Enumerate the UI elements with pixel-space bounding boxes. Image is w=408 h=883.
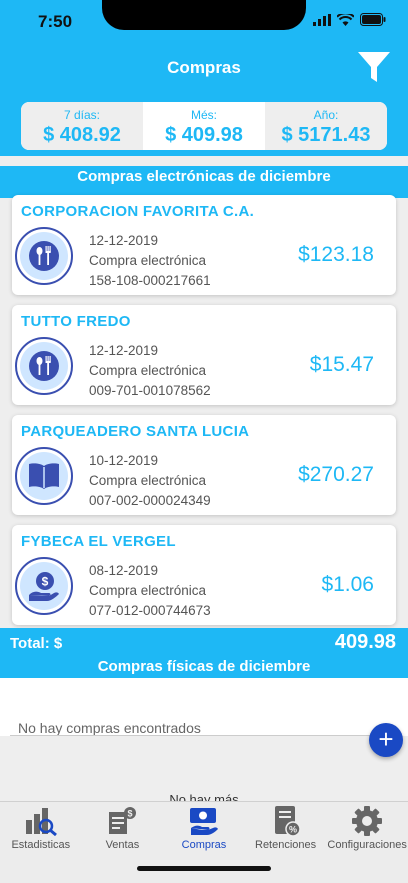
summary-month: Més: $ 409.98 (143, 102, 265, 150)
summary-box: 7 días: $ 408.92 Més: $ 409.98 Año: $ 51… (21, 102, 387, 150)
retentions-icon: % (274, 806, 301, 837)
purchase-details: 10-12-2019 Compra electrónica 007-002-00… (89, 451, 211, 511)
purchase-type: Compra electrónica (89, 363, 207, 378)
filter-button[interactable] (356, 49, 392, 85)
purchase-card[interactable]: CORPORACION FAVORITA C.A. 12-12-2019 Com… (12, 195, 396, 295)
add-purchase-button[interactable]: + (369, 723, 403, 757)
status-time: 7:50 (38, 12, 73, 31)
purchase-amount: $15.47 (309, 353, 374, 376)
purchase-number: 158-108-000217661 (89, 273, 211, 288)
tab-label: Ventas (105, 839, 140, 851)
battery-icon (360, 13, 386, 26)
sales-icon: $ (109, 807, 137, 834)
status-bar: 7:50 (0, 0, 408, 44)
restaurant-icon (29, 241, 59, 271)
summary-label: Més: (190, 108, 217, 122)
tab-estadisticas[interactable]: Estadisticas (0, 802, 82, 883)
total-value: 409.98 (334, 631, 396, 653)
money-hand-icon: $ (29, 572, 59, 601)
stats-icon (25, 808, 57, 836)
purchase-details: 08-12-2019 Compra electrónica 077-012-00… (89, 561, 211, 621)
purchase-card[interactable]: FYBECA EL VERGEL $ 08-12-2019 Compra ele… (12, 525, 396, 625)
svg-text:%: % (289, 825, 297, 835)
purchase-date: 12-12-2019 (89, 233, 159, 248)
purchase-number: 007-002-000024349 (89, 493, 211, 508)
purchase-details: 12-12-2019 Compra electrónica 158-108-00… (89, 231, 211, 291)
tab-label: Retenciones (255, 839, 317, 851)
merchant-name: PARQUEADERO SANTA LUCIA (21, 423, 250, 440)
merchant-icon: $ (15, 557, 73, 615)
total-label: Total: $ (10, 635, 63, 652)
tab-label: Estadisticas (11, 839, 71, 851)
tab-label: Compras (181, 839, 227, 851)
total-bar: Total: $ 409.98 Compras físicas de dicie… (0, 628, 408, 678)
purchase-number: 077-012-000744673 (89, 603, 211, 618)
page-title: Compras (167, 58, 241, 77)
purchase-amount: $123.18 (298, 243, 374, 266)
purchase-type: Compra electrónica (89, 253, 207, 268)
purchase-details: 12-12-2019 Compra electrónica 009-701-00… (89, 341, 211, 401)
tab-configuraciones[interactable]: Configuraciones (326, 802, 408, 883)
book-icon (29, 463, 59, 489)
summary-value: $ 5171.43 (281, 124, 371, 146)
home-indicator (137, 866, 271, 871)
merchant-icon (15, 447, 73, 505)
summary-value: $ 409.98 (165, 124, 243, 146)
summary-value: $ 408.92 (43, 124, 121, 146)
empty-message: No hay compras encontrados (18, 720, 201, 736)
divider (10, 735, 390, 736)
merchant-name: FYBECA EL VERGEL (21, 533, 176, 550)
wifi-icon (337, 13, 354, 26)
merchant-name: CORPORACION FAVORITA C.A. (21, 203, 255, 220)
svg-text:$: $ (128, 809, 133, 819)
purchase-type: Compra electrónica (89, 473, 207, 488)
purchase-amount: $1.06 (321, 573, 374, 596)
merchant-icon (15, 337, 73, 395)
summary-strip: 7 días: $ 408.92 Més: $ 409.98 Año: $ 51… (0, 94, 408, 156)
section-title-physical: Compras físicas de diciembre (97, 658, 311, 675)
svg-text:$: $ (42, 575, 49, 589)
purchase-date: 10-12-2019 (89, 453, 159, 468)
filter-icon (358, 52, 390, 82)
signal-icon (313, 13, 331, 26)
purchase-card[interactable]: PARQUEADERO SANTA LUCIA 10-12-2019 Compr… (12, 415, 396, 515)
tab-label: Configuraciones (327, 839, 407, 851)
summary-7-days: 7 días: $ 408.92 (21, 102, 143, 150)
merchant-icon (15, 227, 73, 285)
purchase-date: 12-12-2019 (89, 343, 159, 358)
physical-list: No hay compras encontrados (0, 678, 408, 736)
purchase-number: 009-701-001078562 (89, 383, 211, 398)
merchant-name: TUTTO FREDO (21, 313, 131, 330)
restaurant-icon (29, 351, 59, 381)
summary-label: 7 días: (63, 108, 101, 122)
purchases-icon (189, 808, 218, 835)
purchase-type: Compra electrónica (89, 583, 207, 598)
gear-icon (352, 806, 383, 836)
status-icons (313, 13, 386, 26)
summary-year: Año: $ 5171.43 (265, 102, 387, 150)
purchase-card[interactable]: TUTTO FREDO 12-12-2019 Compra electrónic… (12, 305, 396, 405)
summary-label: Año: (313, 108, 339, 122)
purchase-amount: $270.27 (298, 463, 374, 486)
notch (102, 0, 306, 30)
purchase-date: 08-12-2019 (89, 563, 159, 578)
section-title-electronic: Compras electrónicas de diciembre (0, 166, 408, 198)
app-header: Compras (0, 44, 408, 94)
